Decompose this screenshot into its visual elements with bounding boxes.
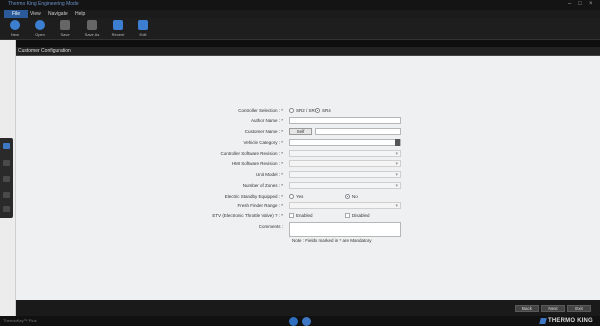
- close-icon[interactable]: ×: [589, 1, 593, 8]
- version-text: ThermoKey™ Plus: [3, 318, 37, 323]
- side-panel: [0, 138, 13, 218]
- etv-disabled-label: Disabled: [352, 213, 370, 218]
- new-button[interactable]: New: [3, 19, 27, 39]
- next-button[interactable]: Next: [541, 305, 565, 312]
- taskbar-app-icon[interactable]: [289, 317, 298, 326]
- etv-enabled-checkbox[interactable]: [289, 213, 294, 218]
- radio-standby-no[interactable]: [345, 194, 350, 199]
- edit-button[interactable]: Edit: [131, 19, 155, 39]
- dropdown-button-icon[interactable]: [395, 139, 400, 146]
- save-as-button[interactable]: Save As: [80, 19, 104, 39]
- edit-label: Edit: [139, 32, 147, 37]
- mandatory-note: Note : Fields marked in * are Mandatory: [292, 238, 372, 243]
- panel-title: Customer Configuration: [18, 48, 71, 54]
- side-panel-item-4[interactable]: [3, 192, 10, 198]
- minimize-icon[interactable]: –: [568, 1, 571, 8]
- menu-navigate[interactable]: Navigate: [48, 10, 72, 18]
- electric-standby-label: Electric Standby Equipped : *: [224, 194, 283, 199]
- save-label: Save: [60, 32, 70, 37]
- radio-sr4-label: SR4: [322, 108, 331, 113]
- menu-bar: File View Navigate Help: [0, 10, 600, 18]
- bottom-bar: Back Next Exit: [16, 300, 600, 316]
- new-label: New: [10, 32, 19, 37]
- chevron-down-icon: ▾: [395, 151, 398, 157]
- chevron-down-icon: ▾: [395, 172, 398, 178]
- side-panel-item-5[interactable]: [3, 206, 10, 212]
- customer-name-field[interactable]: [315, 128, 401, 135]
- radio-standby-yes[interactable]: [289, 194, 294, 199]
- side-panel-item-3[interactable]: [3, 176, 10, 182]
- radio-sr4[interactable]: [315, 108, 320, 113]
- taskbar-app-icon-2[interactable]: [302, 317, 311, 326]
- window-title: Thermo King Engineering Mode: [8, 1, 79, 7]
- open-label: Open: [35, 32, 45, 37]
- unit-model-dropdown[interactable]: ▾: [289, 171, 401, 178]
- comments-label: Comments :: [258, 224, 283, 229]
- open-button[interactable]: Open: [28, 19, 52, 39]
- etv-enabled-label: Enabled: [296, 213, 313, 218]
- save-button[interactable]: Save: [53, 19, 77, 39]
- new-file-icon: [10, 20, 20, 30]
- fresh-finder-range-dropdown[interactable]: ▾: [289, 202, 401, 209]
- hmi-software-revision-label: HMI Software Revision : *: [231, 161, 283, 166]
- app-window: Thermo King Engineering Mode – □ × File …: [0, 0, 600, 326]
- exit-button[interactable]: Exit: [567, 305, 591, 312]
- controller-selection-label: Controller Selection : *: [238, 108, 283, 113]
- menu-view[interactable]: View: [30, 10, 44, 18]
- chevron-down-icon: ▾: [395, 203, 398, 209]
- unit-model-label: Unit Model : *: [255, 172, 283, 177]
- recent-label: Recent: [111, 32, 125, 37]
- panel-header: Customer Configuration: [16, 47, 600, 56]
- status-bar: ThermoKey™ Plus: [0, 316, 600, 326]
- controller-software-revision-dropdown[interactable]: ▾: [289, 150, 401, 157]
- thermo-king-logo: THERMO KING: [539, 316, 593, 326]
- chevron-down-icon: ▾: [395, 183, 398, 189]
- radio-sr2-sr3[interactable]: [289, 108, 294, 113]
- comments-textarea[interactable]: [289, 222, 401, 237]
- radio-standby-no-label: No: [352, 194, 358, 199]
- menu-file[interactable]: File: [4, 10, 28, 18]
- radio-standby-yes-label: Yes: [296, 194, 304, 199]
- fresh-finder-range-label: Fresh Finder Range : *: [237, 203, 283, 208]
- etv-disabled-checkbox[interactable]: [345, 213, 350, 218]
- self-button[interactable]: Self: [289, 128, 312, 135]
- number-of-zones-dropdown[interactable]: ▾: [289, 182, 401, 189]
- save-as-icon: [87, 20, 97, 30]
- title-bar: Thermo King Engineering Mode – □ ×: [0, 0, 600, 10]
- logo-mark-icon: [539, 318, 547, 324]
- open-folder-icon: [35, 20, 45, 30]
- maximize-icon[interactable]: □: [578, 1, 582, 8]
- recent-button[interactable]: Recent: [106, 19, 130, 39]
- logo-text: THERMO KING: [548, 318, 593, 324]
- recent-icon: [113, 20, 123, 30]
- author-name-label: Author Name : *: [250, 118, 283, 123]
- chevron-down-icon: ▾: [395, 161, 398, 167]
- back-button[interactable]: Back: [515, 305, 539, 312]
- side-panel-item-config[interactable]: [3, 143, 10, 149]
- save-as-label: Save As: [84, 32, 100, 37]
- etv-label: ETV (Electronic Throttle Valve) ? : *: [212, 213, 283, 218]
- save-icon: [60, 20, 70, 30]
- vehicle-category-dropdown[interactable]: [289, 139, 401, 146]
- toolbar: New Open Save Save As Recent Edit: [0, 18, 600, 40]
- menu-help[interactable]: Help: [75, 10, 89, 18]
- customer-name-label: Customer Name : *: [244, 129, 283, 134]
- number-of-zones-label: Number of Zones : *: [242, 183, 283, 188]
- side-panel-item-2[interactable]: [3, 160, 10, 166]
- controller-software-revision-label: Controller Software Revision : *: [220, 151, 283, 156]
- hmi-software-revision-dropdown[interactable]: ▾: [289, 160, 401, 167]
- author-name-field[interactable]: [289, 117, 401, 124]
- edit-icon: [138, 20, 148, 30]
- vehicle-category-label: Vehicle Category : *: [243, 140, 283, 145]
- customer-config-form: Controller Selection : * SR2 / SR3 SR4 A…: [16, 56, 600, 300]
